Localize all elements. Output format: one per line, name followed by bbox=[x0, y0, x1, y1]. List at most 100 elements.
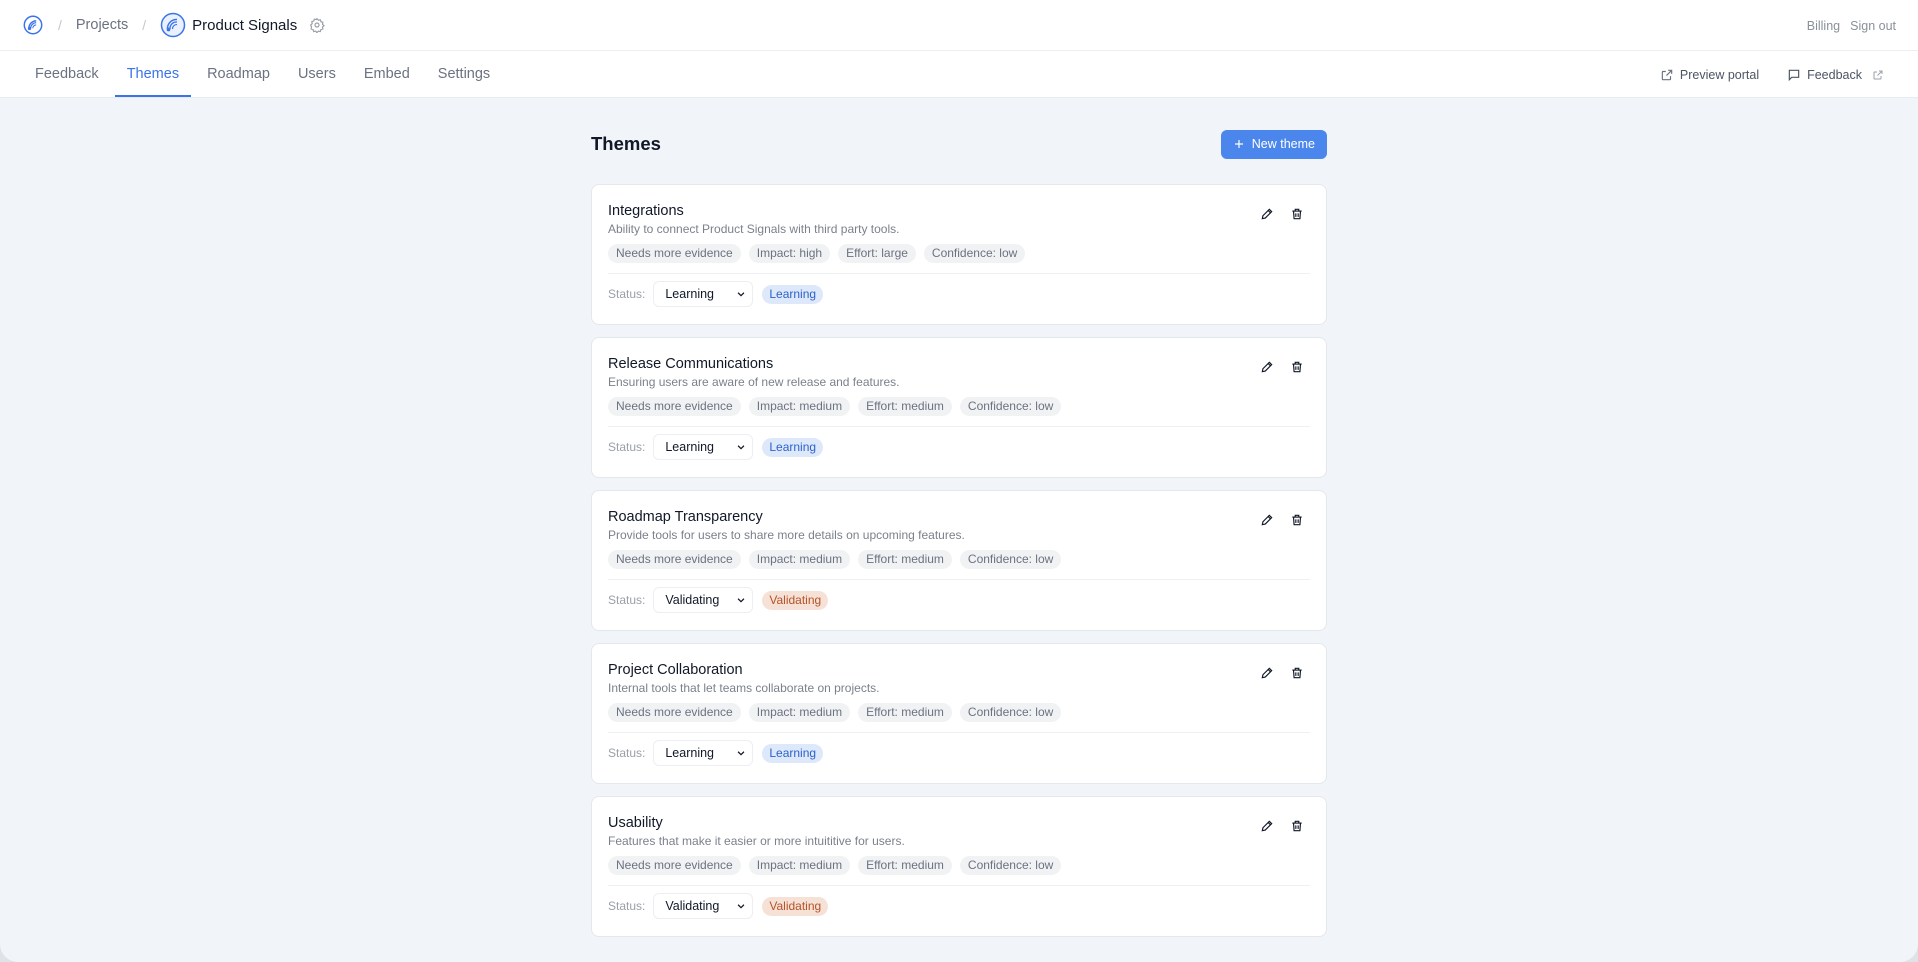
theme-card: Project Collaboration Internal tools tha… bbox=[591, 643, 1327, 784]
theme-tag: Effort: medium bbox=[858, 703, 952, 722]
nav-actions: Preview portal Feedback bbox=[1660, 51, 1884, 98]
theme-card: Integrations Ability to connect Product … bbox=[591, 184, 1327, 325]
theme-tag: Effort: medium bbox=[858, 856, 952, 875]
breadcrumb-projects[interactable]: Projects bbox=[76, 17, 128, 33]
theme-card: Release Communications Ensuring users ar… bbox=[591, 337, 1327, 478]
tab-settings[interactable]: Settings bbox=[426, 51, 502, 97]
status-select[interactable]: Learning bbox=[653, 281, 754, 307]
status-select-value: Learning bbox=[665, 440, 715, 454]
status-select[interactable]: Validating bbox=[653, 893, 754, 919]
theme-tag: Needs more evidence bbox=[608, 856, 741, 875]
status-row: Status: Learning Learning bbox=[608, 434, 1310, 460]
theme-description: Internal tools that let teams collaborat… bbox=[608, 681, 880, 695]
theme-tag: Confidence: low bbox=[923, 244, 1026, 263]
project-settings-gear-icon[interactable] bbox=[309, 17, 326, 33]
status-select-value: Validating bbox=[665, 593, 720, 607]
tab-themes[interactable]: Themes bbox=[114, 51, 192, 97]
status-badge: Validating bbox=[762, 590, 829, 610]
card-divider bbox=[608, 426, 1310, 427]
theme-tags: Needs more evidence Impact: medium Effort:… bbox=[608, 397, 1310, 416]
theme-tag: Confidence: low bbox=[959, 703, 1062, 722]
new-theme-button[interactable]: New theme bbox=[1220, 129, 1327, 159]
edit-pencil-icon[interactable] bbox=[1258, 205, 1276, 223]
page-title: Themes bbox=[591, 133, 661, 154]
delete-trash-icon[interactable] bbox=[1288, 205, 1306, 223]
delete-trash-icon[interactable] bbox=[1288, 664, 1306, 682]
account-links: Billing Sign out bbox=[1807, 0, 1896, 51]
tab-feedback[interactable]: Feedback bbox=[23, 51, 111, 97]
themes-panel: Themes New theme Integrations Ability to… bbox=[591, 129, 1327, 949]
status-select-value: Learning bbox=[665, 287, 715, 301]
theme-tag: Needs more evidence bbox=[608, 244, 741, 263]
status-row: Status: Validating Validating bbox=[608, 893, 1310, 919]
theme-tags: Needs more evidence Impact: high Effort: l… bbox=[608, 244, 1310, 263]
delete-trash-icon[interactable] bbox=[1288, 358, 1306, 376]
page-header: Themes New theme bbox=[591, 129, 1327, 159]
edit-pencil-icon[interactable] bbox=[1258, 358, 1276, 376]
chevron-down-icon bbox=[738, 445, 745, 450]
plus-icon bbox=[1234, 140, 1243, 148]
sign-out-link[interactable]: Sign out bbox=[1850, 19, 1896, 33]
theme-tag: Impact: medium bbox=[748, 550, 851, 569]
card-actions bbox=[1258, 511, 1306, 529]
theme-tag: Needs more evidence bbox=[608, 550, 741, 569]
edit-pencil-icon[interactable] bbox=[1258, 664, 1276, 682]
delete-trash-icon[interactable] bbox=[1288, 511, 1306, 529]
status-select[interactable]: Learning bbox=[653, 434, 754, 460]
project-logo-icon bbox=[160, 12, 186, 38]
theme-tag: Effort: medium bbox=[858, 397, 952, 416]
app-window: / Projects / Product Signals Billing Sig… bbox=[0, 0, 1918, 962]
tab-embed[interactable]: Embed bbox=[352, 51, 422, 97]
theme-title: Usability bbox=[608, 815, 663, 831]
tab-users[interactable]: Users bbox=[286, 51, 348, 97]
theme-description: Features that make it easier or more int… bbox=[608, 834, 905, 848]
theme-description: Ability to connect Product Signals with … bbox=[608, 222, 900, 236]
status-select[interactable]: Validating bbox=[653, 587, 754, 613]
theme-tags: Needs more evidence Impact: medium Effort:… bbox=[608, 856, 1310, 875]
feedback-link[interactable]: Feedback bbox=[1787, 68, 1884, 82]
app-logo-icon[interactable] bbox=[22, 14, 44, 36]
status-badge: Validating bbox=[762, 896, 829, 916]
theme-title: Release Communications bbox=[608, 356, 774, 372]
delete-trash-icon[interactable] bbox=[1288, 817, 1306, 835]
project-nav: Feedback Themes Roadmap Users Embed Sett… bbox=[0, 51, 1918, 98]
status-row: Status: Validating Validating bbox=[608, 587, 1310, 613]
new-theme-label: New theme bbox=[1251, 137, 1315, 151]
preview-portal-link[interactable]: Preview portal bbox=[1660, 68, 1759, 82]
theme-tags: Needs more evidence Impact: medium Effort:… bbox=[608, 550, 1310, 569]
theme-description: Ensuring users are aware of new release … bbox=[608, 375, 900, 389]
external-link-icon bbox=[1661, 69, 1673, 80]
feedback-label: Feedback bbox=[1807, 67, 1862, 82]
edit-pencil-icon[interactable] bbox=[1258, 817, 1276, 835]
tab-roadmap[interactable]: Roadmap bbox=[195, 51, 282, 97]
theme-tag: Effort: large bbox=[838, 244, 916, 263]
card-actions bbox=[1258, 358, 1306, 376]
theme-tag: Effort: medium bbox=[858, 550, 952, 569]
theme-title: Integrations bbox=[608, 203, 684, 219]
card-divider bbox=[608, 732, 1310, 733]
status-badge: Learning bbox=[762, 743, 824, 763]
card-divider bbox=[608, 885, 1310, 886]
breadcrumb-project-name[interactable]: Product Signals bbox=[192, 17, 297, 34]
theme-card: Roadmap Transparency Provide tools for u… bbox=[591, 490, 1327, 631]
preview-portal-label: Preview portal bbox=[1679, 67, 1760, 82]
chevron-down-icon bbox=[738, 598, 745, 603]
theme-list: Integrations Ability to connect Product … bbox=[591, 184, 1327, 937]
status-select[interactable]: Learning bbox=[653, 740, 754, 766]
status-select-value: Validating bbox=[665, 899, 720, 913]
message-square-icon bbox=[1788, 69, 1800, 81]
status-select-value: Learning bbox=[665, 746, 715, 760]
theme-tags: Needs more evidence Impact: medium Effort:… bbox=[608, 703, 1310, 722]
theme-title: Roadmap Transparency bbox=[608, 509, 763, 525]
card-divider bbox=[608, 579, 1310, 580]
billing-link[interactable]: Billing bbox=[1807, 19, 1840, 33]
theme-tag: Impact: medium bbox=[748, 397, 851, 416]
edit-pencil-icon[interactable] bbox=[1258, 511, 1276, 529]
card-actions bbox=[1258, 205, 1306, 223]
top-bar: / Projects / Product Signals Billing Sig… bbox=[0, 0, 1918, 51]
breadcrumb-separator: / bbox=[58, 17, 62, 33]
status-label: Status: bbox=[608, 287, 646, 301]
theme-tag: Confidence: low bbox=[959, 550, 1062, 569]
status-badge: Learning bbox=[762, 437, 824, 457]
theme-description: Provide tools for users to share more de… bbox=[608, 528, 965, 542]
